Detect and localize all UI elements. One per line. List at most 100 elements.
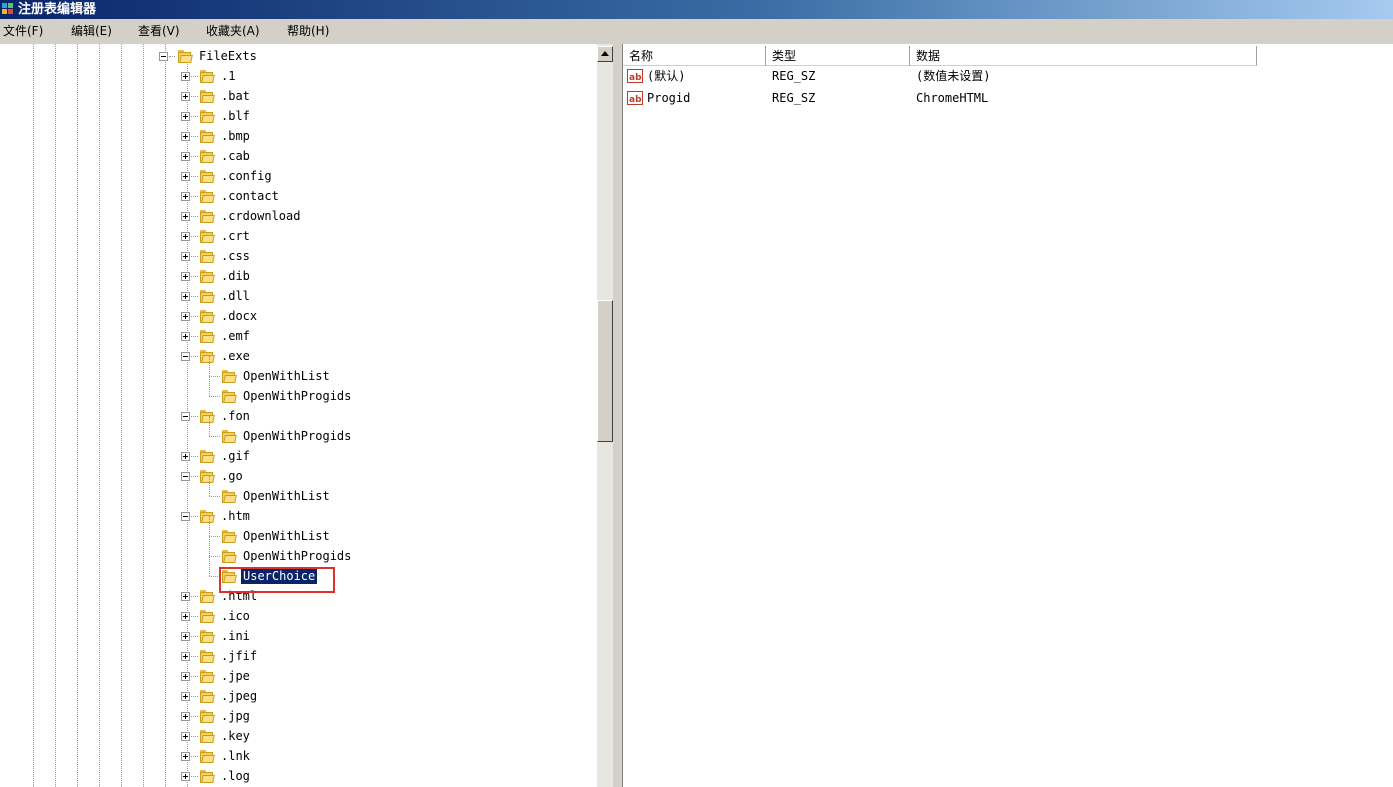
expand-toggle[interactable]	[181, 192, 190, 201]
scroll-thumb[interactable]	[597, 300, 613, 442]
tree-node-label: .lnk	[221, 749, 250, 763]
tree-node[interactable]: .gif	[0, 446, 596, 466]
menu-favorites[interactable]: 收藏夹(A)	[206, 24, 260, 38]
folder-icon	[200, 309, 216, 324]
tree-node-label: .go	[221, 469, 243, 483]
tree-node[interactable]: .fon	[0, 406, 596, 426]
tree-node[interactable]: .dll	[0, 286, 596, 306]
value-row[interactable]: ab (默认) REG_SZ (数值未设置)	[623, 66, 1393, 86]
pane-splitter[interactable]	[613, 44, 622, 787]
tree-node[interactable]: .exe	[0, 346, 596, 366]
tree-node[interactable]: .ini	[0, 626, 596, 646]
tree-node[interactable]: .log	[0, 766, 596, 786]
tree-node[interactable]: .htm	[0, 506, 596, 526]
tree-node[interactable]: .contact	[0, 186, 596, 206]
expand-toggle[interactable]	[181, 152, 190, 161]
expand-toggle[interactable]	[181, 72, 190, 81]
expand-toggle[interactable]	[181, 252, 190, 261]
expand-toggle[interactable]	[181, 112, 190, 121]
column-data-header[interactable]: 数据	[910, 46, 1257, 66]
tree-node[interactable]: .go	[0, 466, 596, 486]
tree-node[interactable]: .lnk	[0, 746, 596, 766]
value-row[interactable]: ab Progid REG_SZ ChromeHTML	[623, 88, 1393, 108]
expand-toggle[interactable]	[181, 92, 190, 101]
menu-edit[interactable]: 编辑(E)	[71, 24, 112, 38]
folder-icon	[200, 109, 216, 124]
tree-node[interactable]: .jpe	[0, 666, 596, 686]
tree-node[interactable]: OpenWithProgids	[0, 376, 596, 406]
tree-node[interactable]: .blf	[0, 106, 596, 126]
collapse-toggle[interactable]	[181, 512, 190, 521]
tree-node[interactable]: OpenWithList	[0, 476, 596, 506]
menu-file[interactable]: 文件(F)	[3, 24, 43, 38]
title-bar[interactable]: 注册表编辑器	[0, 0, 1393, 19]
expand-toggle[interactable]	[181, 132, 190, 141]
expand-toggle[interactable]	[181, 652, 190, 661]
folder-icon	[222, 389, 238, 404]
expand-toggle[interactable]	[181, 292, 190, 301]
expand-toggle[interactable]	[181, 172, 190, 181]
collapse-toggle[interactable]	[159, 52, 168, 61]
tree-scrollbar[interactable]	[596, 44, 613, 787]
tree-node[interactable]: .docx	[0, 306, 596, 326]
expand-toggle[interactable]	[181, 772, 190, 781]
collapse-toggle[interactable]	[181, 472, 190, 481]
collapse-toggle[interactable]	[181, 412, 190, 421]
tree-node-label: .log	[221, 769, 250, 783]
tree-node[interactable]: OpenWithList	[0, 356, 596, 386]
menu-view[interactable]: 查看(V)	[138, 24, 180, 38]
tree-node[interactable]: .cab	[0, 146, 596, 166]
expand-toggle[interactable]	[181, 672, 190, 681]
expand-toggle[interactable]	[181, 692, 190, 701]
tree-node[interactable]: .config	[0, 166, 596, 186]
tree-node[interactable]: OpenWithList	[0, 516, 596, 546]
tree-node-label: .crdownload	[221, 209, 301, 223]
tree-node[interactable]: .1	[0, 66, 596, 86]
tree-node-label: .1	[221, 69, 236, 83]
folder-icon	[222, 369, 238, 384]
expand-toggle[interactable]	[181, 612, 190, 621]
expand-toggle[interactable]	[181, 592, 190, 601]
tree-node-label: OpenWithList	[243, 489, 330, 503]
column-name-header[interactable]: 名称	[623, 46, 766, 66]
tree-node-label: .bmp	[221, 129, 250, 143]
values-list[interactable]: 名称 类型 数据 ab (默认) REG_SZ (数值未设置) ab Progi…	[622, 44, 1393, 787]
tree-node[interactable]: .dib	[0, 266, 596, 286]
scroll-up-button[interactable]	[597, 46, 613, 62]
folder-icon	[200, 289, 216, 304]
expand-toggle[interactable]	[181, 712, 190, 721]
column-type-header[interactable]: 类型	[766, 46, 910, 66]
tree-node[interactable]: .emf	[0, 326, 596, 346]
tree-node[interactable]: .crt	[0, 226, 596, 246]
expand-toggle[interactable]	[181, 752, 190, 761]
tree-node-fileexts[interactable]: FileExts	[0, 46, 596, 66]
expand-toggle[interactable]	[181, 312, 190, 321]
tree-node[interactable]: OpenWithProgids	[0, 416, 596, 446]
tree-node[interactable]: .ico	[0, 606, 596, 626]
folder-icon	[200, 409, 216, 424]
expand-toggle[interactable]	[181, 452, 190, 461]
registry-tree[interactable]: FileExts .1 .bat .blf .bmp .cab .config .conta…	[0, 44, 596, 787]
collapse-toggle[interactable]	[181, 352, 190, 361]
tree-node[interactable]: .bat	[0, 86, 596, 106]
tree-node[interactable]: .bmp	[0, 126, 596, 146]
menu-help[interactable]: 帮助(H)	[287, 24, 329, 38]
folder-icon	[200, 229, 216, 244]
expand-toggle[interactable]	[181, 232, 190, 241]
folder-icon	[200, 709, 216, 724]
tree-node-label: OpenWithList	[243, 369, 330, 383]
expand-toggle[interactable]	[181, 632, 190, 641]
tree-node[interactable]: .key	[0, 726, 596, 746]
tree-node[interactable]: OpenWithProgids	[0, 536, 596, 566]
expand-toggle[interactable]	[181, 272, 190, 281]
expand-toggle[interactable]	[181, 732, 190, 741]
tree-node-label: .dll	[221, 289, 250, 303]
tree-node[interactable]: .jfif	[0, 646, 596, 666]
tree-node[interactable]: .jpg	[0, 706, 596, 726]
expand-toggle[interactable]	[181, 212, 190, 221]
tree-node[interactable]: .css	[0, 246, 596, 266]
tree-node[interactable]: .jpeg	[0, 686, 596, 706]
tree-node[interactable]: .crdownload	[0, 206, 596, 226]
expand-toggle[interactable]	[181, 332, 190, 341]
value-name: (默认)	[647, 69, 686, 83]
